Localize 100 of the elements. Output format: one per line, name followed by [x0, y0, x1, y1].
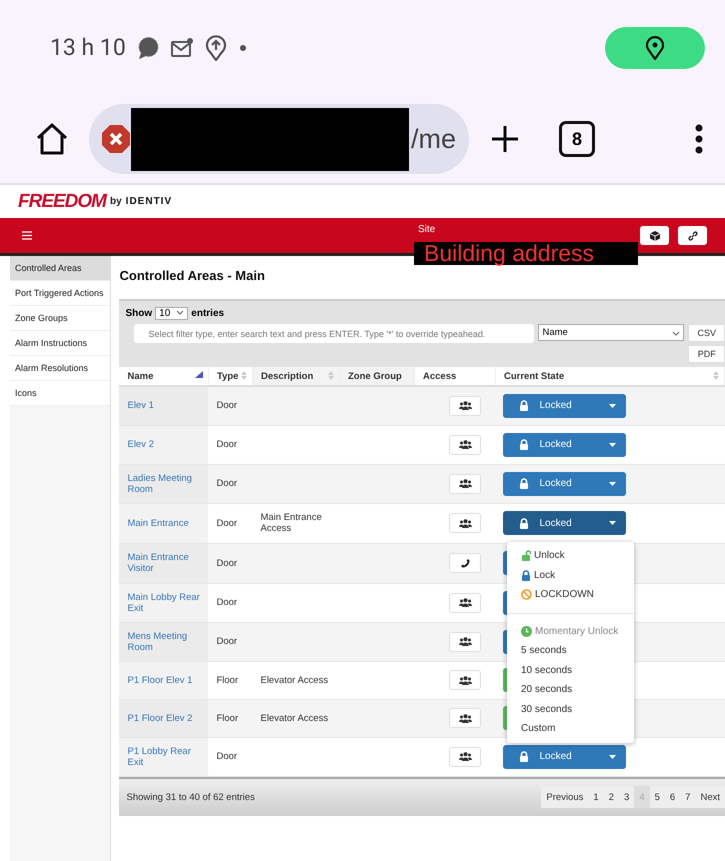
pagination-button[interactable]: 2: [604, 786, 619, 808]
table-cell: Door: [208, 622, 252, 661]
cube-icon: [650, 230, 660, 240]
menu-item[interactable]: 30 seconds: [507, 700, 634, 719]
table-cell: Door: [208, 737, 252, 776]
column-header[interactable]: Name: [119, 367, 208, 386]
lock-icon: [521, 570, 531, 581]
pagination-button[interactable]: 6: [664, 786, 680, 808]
access-button[interactable]: [449, 474, 482, 494]
access-button[interactable]: [449, 670, 482, 690]
lock-icon: [519, 751, 530, 762]
sidebar-item[interactable]: Alarm Resolutions: [10, 356, 110, 381]
filter-field[interactable]: Select filter type, enter search text and press ENTER. Type '*' to override typeahead.: [134, 324, 534, 343]
clock-time: 13 h 10: [50, 34, 126, 61]
access-button[interactable]: [449, 592, 482, 612]
address-bar[interactable]: /me: [89, 104, 469, 174]
sort-icon: [713, 371, 719, 380]
column-header[interactable]: Access: [414, 367, 496, 386]
menu-item[interactable]: Unlock: [507, 546, 634, 566]
caret-icon: [609, 442, 616, 446]
sort-icon: [240, 371, 247, 380]
menu-item[interactable]: 5 seconds: [507, 641, 634, 660]
access-button[interactable]: [449, 513, 482, 533]
access-button[interactable]: [449, 553, 482, 573]
entries-label: entries: [191, 308, 224, 319]
caret-icon: [609, 754, 616, 758]
clock-icon: [521, 626, 532, 637]
table-cell: Door: [208, 425, 252, 464]
link-button[interactable]: [678, 226, 707, 245]
pagination-button[interactable]: 7: [680, 786, 696, 808]
chat-icon: [136, 36, 160, 60]
access-button[interactable]: [449, 396, 482, 416]
state-dropdown-button[interactable]: Locked: [503, 472, 626, 496]
column-header[interactable]: Zone Group: [339, 367, 414, 386]
location-indicator[interactable]: [605, 26, 705, 68]
chevron-icon: [176, 308, 184, 316]
table-cell: Door: [208, 583, 252, 622]
menu-item[interactable]: Lock: [507, 566, 634, 585]
filter-type-select[interactable]: Name: [538, 324, 684, 341]
ban-icon: [521, 589, 532, 600]
pagination-button[interactable]: Next: [695, 786, 725, 808]
table-cell: Floor: [208, 699, 252, 737]
export-button[interactable]: CSV: [688, 324, 725, 342]
sidebar-item[interactable]: Alarm Instructions: [10, 331, 110, 356]
pagination-button[interactable]: 5: [650, 786, 665, 808]
site-name: Building address: [414, 242, 638, 265]
tab-count-button[interactable]: 8: [559, 121, 595, 157]
table-cell: Elevator Access: [260, 712, 328, 724]
page-size-select[interactable]: 10: [155, 307, 188, 320]
entries-info: Showing 31 to 40 of 62 entries: [126, 792, 255, 802]
menu-item[interactable]: 20 seconds: [507, 680, 634, 700]
table-cell: Door: [208, 464, 252, 503]
page-title: Controlled Areas - Main: [119, 268, 266, 283]
lock-icon: [519, 478, 530, 489]
chevron-icon: [672, 328, 680, 336]
logo-text: by: [110, 196, 122, 207]
location-arrow-icon: [204, 34, 228, 60]
table-cell: Door: [208, 543, 252, 583]
access-button[interactable]: [449, 434, 482, 454]
more-icon[interactable]: [695, 123, 703, 155]
table-cell: Floor: [208, 661, 252, 699]
show-label: Show: [125, 308, 152, 319]
menu-item[interactable]: LOCKDOWN: [507, 585, 634, 604]
access-button[interactable]: [449, 708, 482, 728]
sort-icon: [328, 371, 334, 380]
logo-text: FREEDOM: [18, 190, 106, 212]
sidebar-item[interactable]: Controlled Areas: [10, 256, 110, 281]
pagination-button[interactable]: Previous: [541, 786, 588, 808]
state-dropdown-button[interactable]: Locked: [503, 744, 626, 768]
site-label: Site: [418, 224, 436, 235]
menu-item[interactable]: Custom: [507, 719, 634, 738]
access-button[interactable]: [449, 746, 482, 766]
column-header[interactable]: Current State: [495, 367, 724, 386]
sort-ascending-icon: [194, 371, 203, 378]
logo-text: IDENTIV: [126, 196, 172, 207]
export-button[interactable]: PDF: [688, 345, 725, 363]
home-icon[interactable]: [35, 122, 69, 156]
state-dropdown-button[interactable]: Locked: [503, 432, 626, 456]
caret-icon: [609, 521, 616, 525]
dot-icon: [238, 42, 248, 52]
plus-icon[interactable]: [489, 123, 521, 155]
lock-icon: [519, 400, 530, 412]
open-lock-icon: [521, 550, 531, 562]
column-header[interactable]: Description: [252, 367, 340, 386]
sidebar-item[interactable]: Port Triggered Actions: [10, 281, 110, 306]
url-text: /me: [410, 124, 456, 154]
pagination-button[interactable]: 3: [618, 786, 634, 808]
mail-icon: [170, 36, 194, 58]
sidebar-item[interactable]: Icons: [10, 381, 110, 406]
sidebar-item[interactable]: Zone Groups: [10, 306, 110, 331]
state-dropdown-button[interactable]: Locked: [503, 394, 626, 418]
table-cell: Elevator Access: [260, 674, 328, 686]
column-header[interactable]: Type: [208, 367, 252, 386]
access-button[interactable]: [449, 632, 482, 652]
pagination-button[interactable]: 1: [588, 786, 604, 808]
link-icon: [688, 230, 698, 240]
state-dropdown-button[interactable]: Locked: [503, 511, 626, 535]
cube-button[interactable]: [640, 226, 669, 245]
menu-icon[interactable]: [22, 231, 32, 240]
menu-item[interactable]: 10 seconds: [507, 660, 634, 680]
